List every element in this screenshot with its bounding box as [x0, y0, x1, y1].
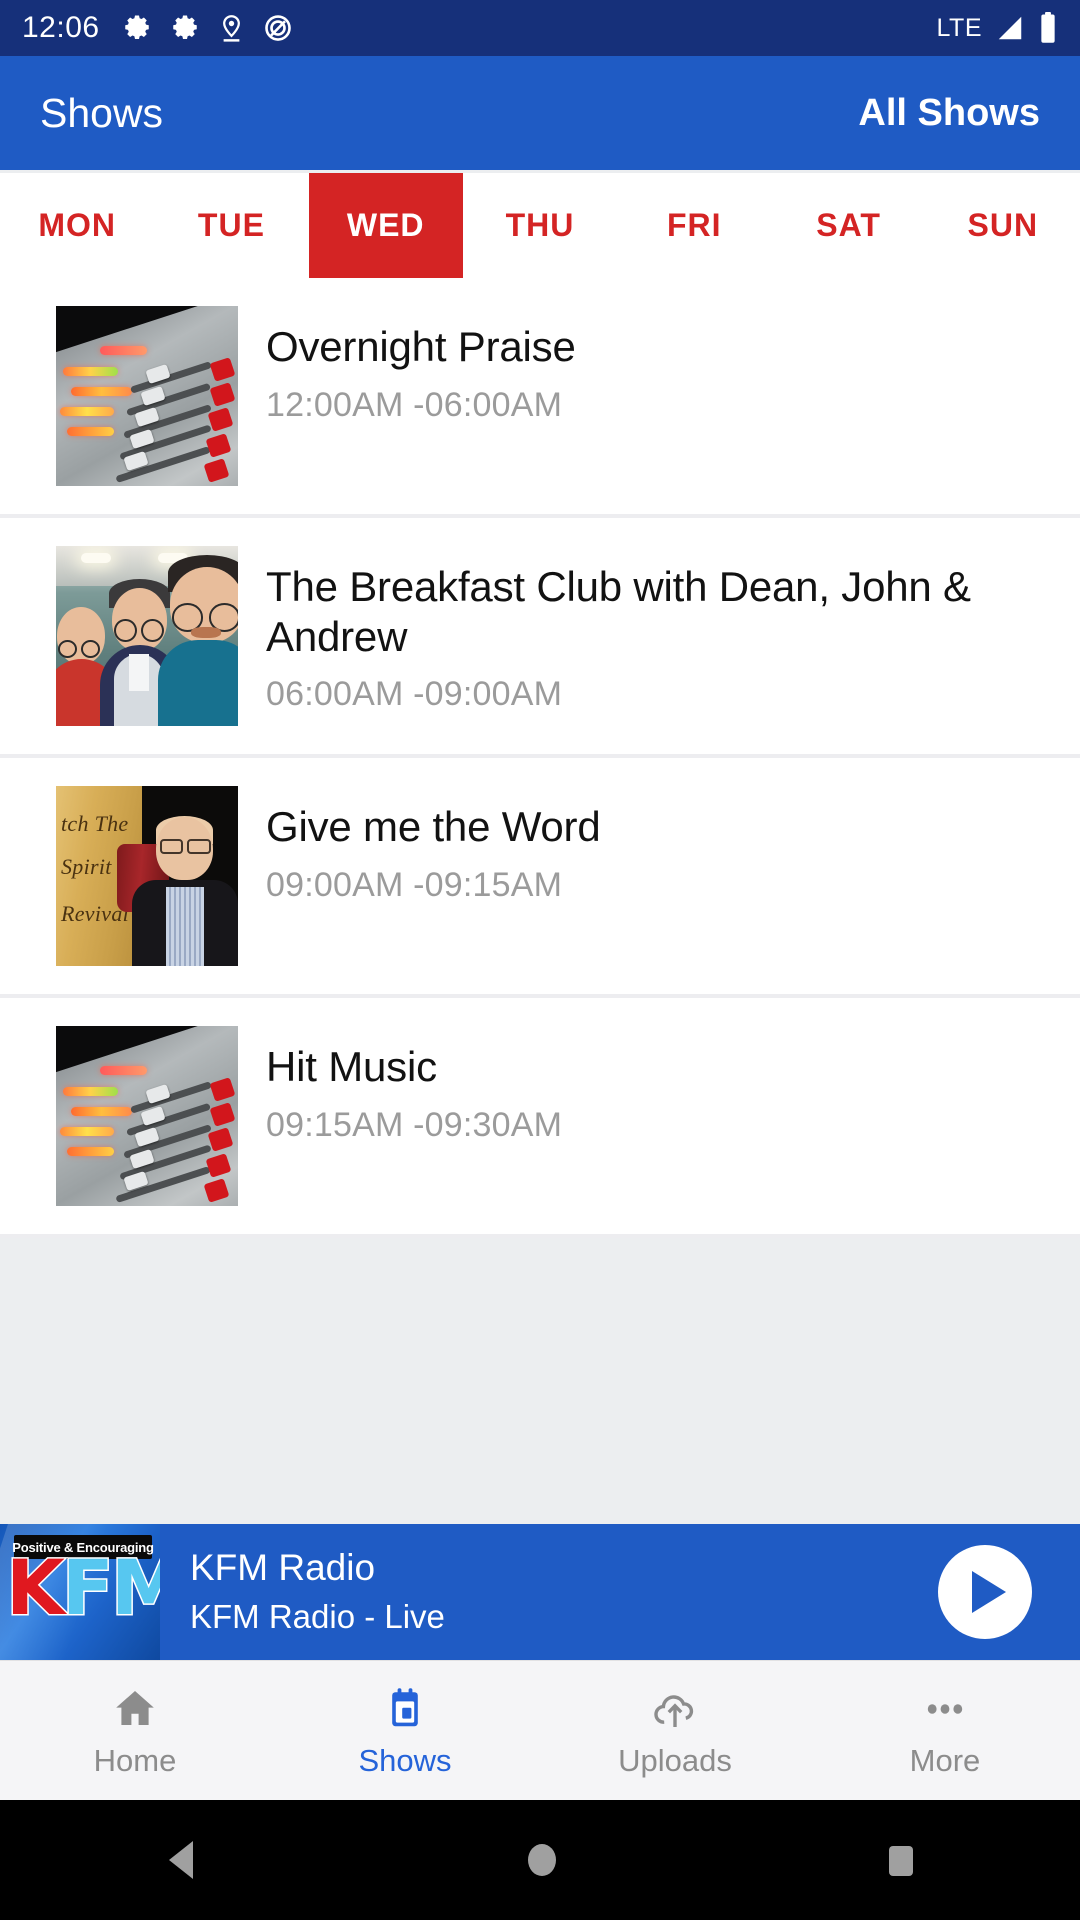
do-not-disturb-icon	[263, 13, 293, 43]
nav-item-more[interactable]: More	[810, 1661, 1080, 1800]
station-logo: Positive & Encouraging KFM	[0, 1524, 160, 1660]
show-time: 09:15AM -09:30AM	[266, 1105, 563, 1144]
all-shows-button[interactable]: All Shows	[858, 92, 1040, 135]
show-info: Overnight Praise 12:00AM -06:00AM	[238, 306, 1080, 425]
status-bar-notification-icons	[122, 13, 293, 43]
status-bar-clock: 12:06	[22, 11, 100, 44]
nav-item-home[interactable]: Home	[0, 1661, 270, 1800]
nav-label-home: Home	[93, 1742, 177, 1778]
show-info: Give me the Word 09:00AM -09:15AM	[238, 786, 1080, 905]
play-icon	[972, 1571, 1006, 1613]
gear-icon	[170, 13, 200, 43]
show-list-item[interactable]: Hit Music 09:15AM -09:30AM	[0, 998, 1080, 1238]
network-type-label: LTE	[936, 13, 982, 42]
show-list-scroll-area[interactable]: Overnight Praise 12:00AM -06:00AM The Br…	[0, 278, 1080, 1524]
station-logo-wordmark: KFM	[5, 1548, 160, 1627]
day-tab-sun[interactable]: SUN	[925, 173, 1080, 278]
status-bar: 12:06 LTE	[0, 0, 1080, 56]
show-thumbnail: tch The Spirit Revival	[56, 786, 238, 966]
page-title: Shows	[40, 89, 164, 136]
day-tab-fri[interactable]: FRI	[617, 173, 772, 278]
nav-item-shows[interactable]: Shows	[270, 1661, 540, 1800]
mini-player-bar[interactable]: Positive & Encouraging KFM KFM Radio KFM…	[0, 1524, 1080, 1660]
play-button[interactable]	[938, 1545, 1032, 1639]
show-title: Hit Music	[266, 1043, 437, 1090]
app-bar: Shows All Shows	[0, 56, 1080, 170]
day-tab-sat[interactable]: SAT	[771, 173, 926, 278]
day-tab-mon[interactable]: MON	[0, 173, 155, 278]
show-list: Overnight Praise 12:00AM -06:00AM The Br…	[0, 278, 1080, 1238]
thumbnail-banner-line-1: tch The	[61, 811, 129, 837]
recents-square-icon[interactable]	[883, 1838, 919, 1882]
show-info: Hit Music 09:15AM -09:30AM	[238, 1026, 1080, 1145]
battery-icon	[1038, 12, 1058, 44]
player-station-name: KFM Radio	[190, 1547, 376, 1589]
show-title: Overnight Praise	[266, 323, 576, 370]
player-now-playing: KFM Radio - Live	[190, 1597, 445, 1635]
signal-icon	[994, 13, 1026, 43]
android-navigation-bar	[0, 1800, 1080, 1920]
nav-label-shows: Shows	[358, 1742, 452, 1778]
show-time: 09:00AM -09:15AM	[266, 865, 563, 904]
show-thumbnail	[56, 1026, 238, 1206]
day-tab-thu[interactable]: THU	[462, 173, 618, 278]
thumbnail-banner-line-2: Spirit	[61, 854, 112, 880]
show-info: The Breakfast Club with Dean, John & And…	[238, 546, 1080, 714]
list-bottom-spacer	[0, 1238, 1080, 1386]
show-title: Give me the Word	[266, 803, 601, 850]
station-logo-letter-k: K	[5, 1543, 67, 1632]
show-list-item[interactable]: tch The Spirit Revival Give me the Word …	[0, 758, 1080, 998]
hosts-selfie-image	[56, 546, 238, 726]
day-tab-tue[interactable]: TUE	[154, 173, 309, 278]
back-triangle-icon[interactable]	[161, 1838, 201, 1882]
bottom-navigation-bar: Home Shows Uploads More	[0, 1660, 1080, 1800]
nav-label-more: More	[909, 1742, 981, 1778]
more-dots-icon	[921, 1683, 969, 1733]
day-tab-wed[interactable]: WED	[308, 173, 463, 278]
mixing-console-image	[56, 1026, 238, 1206]
show-thumbnail	[56, 546, 238, 726]
cloud-upload-icon	[651, 1683, 699, 1733]
calendar-icon	[381, 1683, 429, 1733]
day-tab-bar: MON TUE WED THU FRI SAT SUN	[0, 170, 1080, 278]
nav-item-uploads[interactable]: Uploads	[540, 1661, 810, 1800]
show-time: 06:00AM -09:00AM	[266, 675, 563, 714]
home-circle-icon[interactable]	[522, 1838, 562, 1882]
show-thumbnail	[56, 306, 238, 486]
station-logo-letters-fm: FM	[60, 1543, 160, 1632]
status-bar-system-icons: LTE	[937, 12, 1059, 44]
show-list-item[interactable]: The Breakfast Club with Dean, John & And…	[0, 518, 1080, 758]
home-icon	[111, 1683, 159, 1733]
show-title: The Breakfast Club with Dean, John & And…	[266, 563, 971, 660]
player-metadata: KFM Radio KFM Radio - Live	[160, 1545, 938, 1638]
mixing-console-image	[56, 306, 238, 486]
nav-label-uploads: Uploads	[618, 1742, 732, 1778]
show-list-item[interactable]: Overnight Praise 12:00AM -06:00AM	[0, 278, 1080, 518]
show-time: 12:00AM -06:00AM	[266, 385, 563, 424]
location-pin-icon	[218, 13, 245, 43]
gear-icon	[122, 13, 152, 43]
revival-banner-image: tch The Spirit Revival	[56, 786, 238, 966]
app-screen: 12:06 LTE Shows All Shows MON TUE WED TH…	[0, 0, 1080, 1920]
